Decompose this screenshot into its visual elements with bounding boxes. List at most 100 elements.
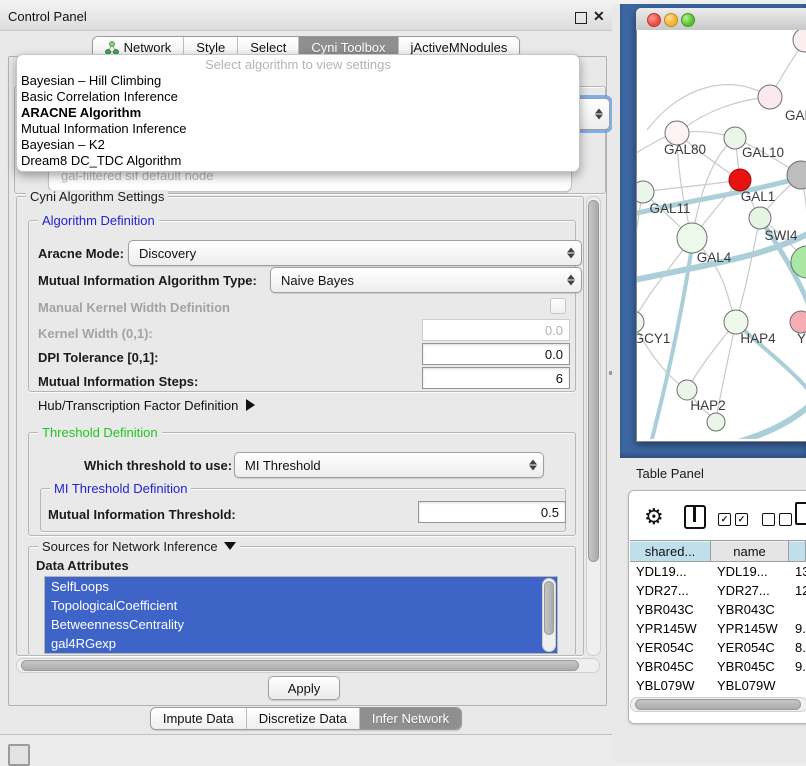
- table-cell: YBL079W: [711, 676, 789, 695]
- table-row[interactable]: YER054CYER054C8.: [630, 638, 806, 657]
- document-icon[interactable]: [795, 502, 806, 525]
- data-attributes-list[interactable]: SelfLoopsTopologicalCoefficientBetweenne…: [44, 576, 558, 654]
- which-threshold-label: Which threshold to use:: [84, 458, 232, 473]
- algorithm-dropdown: Select algorithm to view settings Bayesi…: [16, 54, 580, 172]
- checked-box-icon[interactable]: ✓: [718, 513, 731, 526]
- columns-icon[interactable]: [684, 505, 706, 529]
- close-traffic-light-icon[interactable]: [647, 13, 661, 27]
- dpi-tolerance-value: 0.0: [545, 347, 563, 362]
- table-hscrollbar[interactable]: [630, 697, 806, 712]
- dropdown-item-dream8-dc-tdc-algorithm[interactable]: Dream8 DC_TDC Algorithm: [17, 153, 579, 169]
- data-attributes-label: Data Attributes: [36, 558, 129, 573]
- dpi-tolerance-field[interactable]: 0.0: [422, 343, 570, 365]
- table-row[interactable]: YBR045CYBR045C9.: [630, 657, 806, 676]
- apply-button[interactable]: Apply: [268, 676, 340, 700]
- gear-icon[interactable]: ⚙: [644, 504, 664, 530]
- node-hap2[interactable]: [677, 380, 697, 400]
- dpi-tolerance-label: DPI Tolerance [0,1]:: [38, 350, 158, 365]
- mi-steps-field[interactable]: 6: [422, 367, 570, 389]
- mi-threshold-field[interactable]: 0.5: [418, 501, 566, 523]
- panel-title: Control Panel: [8, 9, 87, 24]
- sources-toggle[interactable]: Sources for Network Inference: [38, 540, 240, 554]
- hub-definition-toggle[interactable]: Hub/Transcription Factor Definition: [38, 398, 255, 413]
- float-window-icon[interactable]: [575, 12, 587, 24]
- node-gal4[interactable]: [677, 223, 707, 253]
- dropdown-item-bayesian-k2[interactable]: Bayesian – K2: [17, 137, 579, 153]
- table-body: YDL19...YDL19...13YDR27...YDR27...12YBR0…: [630, 562, 806, 697]
- node-label-gal4: GAL4: [697, 250, 732, 265]
- kernel-width-field[interactable]: 0.0: [422, 319, 570, 341]
- node-y[interactable]: [790, 311, 806, 333]
- sources-vscroll-thumb[interactable]: [544, 581, 554, 635]
- table-row[interactable]: YBR043CYBR043C: [630, 600, 806, 619]
- manual-kernel-checkbox[interactable]: [550, 298, 566, 314]
- bottom-tab-bar: Impute Data Discretize Data Infer Network: [0, 707, 612, 730]
- zoom-traffic-light-icon[interactable]: [681, 13, 695, 27]
- algorithm-definition-title: Algorithm Definition: [38, 214, 159, 228]
- table-cell: YER054C: [711, 638, 789, 657]
- mi-threshold-title: MI Threshold Definition: [50, 482, 191, 496]
- table-row[interactable]: YDL19...YDL19...13: [630, 562, 806, 581]
- tab-discretize-data[interactable]: Discretize Data: [246, 708, 359, 729]
- table-hscroll-thumb[interactable]: [635, 699, 801, 710]
- attribute-item-topologicalcoefficient[interactable]: TopologicalCoefficient: [45, 596, 557, 615]
- attribute-item-gal4rgexp[interactable]: gal4RGexp: [45, 634, 557, 653]
- table-cell: YDR27...: [630, 581, 711, 600]
- dropdown-item-mutual-information-inference[interactable]: Mutual Information Inference: [17, 121, 579, 137]
- stepper-icon: [567, 275, 575, 286]
- table-panel-title: Table Panel: [636, 466, 704, 481]
- tab-impute-data[interactable]: Impute Data: [151, 708, 246, 729]
- node-label-gal10: GAL10: [742, 145, 784, 160]
- aracne-mode-value: Discovery: [139, 246, 196, 261]
- mi-type-combo[interactable]: Naive Bayes: [270, 267, 582, 293]
- node-label-swi4: SWI4: [764, 228, 797, 243]
- tab-label: Impute Data: [163, 711, 234, 726]
- tab-infer-network[interactable]: Infer Network: [359, 708, 461, 729]
- table-row[interactable]: YDR27...YDR27...12: [630, 581, 806, 600]
- node-gal11[interactable]: [637, 181, 654, 203]
- column-header-shared[interactable]: shared...: [630, 540, 711, 562]
- node-label-gal1: GAL1: [741, 189, 776, 204]
- settings-hscrollbar[interactable]: [16, 658, 600, 673]
- node-gal[interactable]: [758, 85, 782, 109]
- close-icon[interactable]: ✕: [593, 8, 605, 25]
- network-window-titlebar[interactable]: [636, 8, 806, 31]
- node-label-gal80: GAL80: [664, 142, 706, 157]
- settings-vscroll-thumb[interactable]: [588, 200, 599, 562]
- dropdown-item-aracne-algorithm[interactable]: ARACNE Algorithm: [17, 105, 579, 121]
- control-panel-titlebar[interactable]: [0, 4, 612, 31]
- dock-icon[interactable]: [8, 744, 30, 766]
- kernel-width-value: 0.0: [545, 323, 563, 338]
- table-row[interactable]: YBL079WYBL079W: [630, 676, 806, 695]
- sources-title: Sources for Network Inference: [42, 539, 218, 554]
- settings-vscrollbar[interactable]: [586, 196, 601, 656]
- sources-vscrollbar[interactable]: [542, 578, 556, 652]
- attribute-item-betweennesscentrality[interactable]: BetweennessCentrality: [45, 615, 557, 634]
- column-header-name[interactable]: name: [711, 540, 789, 562]
- network-canvas[interactable]: GALGAL80GAL10GAL1GAL11SWI4GAL4GCY1HAP4YH…: [637, 30, 806, 439]
- table-row[interactable]: YPR145WYPR145W9.: [630, 619, 806, 638]
- minimize-traffic-light-icon[interactable]: [664, 13, 678, 27]
- node-label-hap2: HAP2: [690, 398, 725, 413]
- unchecked-box-icon[interactable]: [762, 513, 775, 526]
- threshold-definition-title: Threshold Definition: [38, 426, 162, 440]
- unchecked-box-icon[interactable]: [779, 513, 792, 526]
- mi-steps-value: 6: [556, 371, 563, 386]
- node[interactable]: [707, 413, 725, 431]
- aracne-mode-combo[interactable]: Discovery: [128, 240, 582, 266]
- node-gcy1[interactable]: [637, 311, 644, 333]
- tab-label: Discretize Data: [259, 711, 347, 726]
- checked-box-icon[interactable]: ✓: [735, 513, 748, 526]
- settings-hscroll-thumb[interactable]: [21, 660, 579, 671]
- apply-button-label: Apply: [288, 681, 321, 696]
- column-header-item[interactable]: [789, 540, 806, 562]
- node-label-gal: GAL: [785, 108, 806, 123]
- table-cell: YDL19...: [630, 562, 711, 581]
- which-threshold-combo[interactable]: MI Threshold: [234, 452, 544, 478]
- node-gal1[interactable]: [729, 169, 751, 191]
- node-swi4[interactable]: [749, 207, 771, 229]
- attribute-item-selfloops[interactable]: SelfLoops: [45, 577, 557, 596]
- dropdown-item-bayesian-hill-climbing[interactable]: Bayesian – Hill Climbing: [17, 73, 579, 89]
- node[interactable]: [793, 30, 806, 52]
- dropdown-item-basic-correlation-inference[interactable]: Basic Correlation Inference: [17, 89, 579, 105]
